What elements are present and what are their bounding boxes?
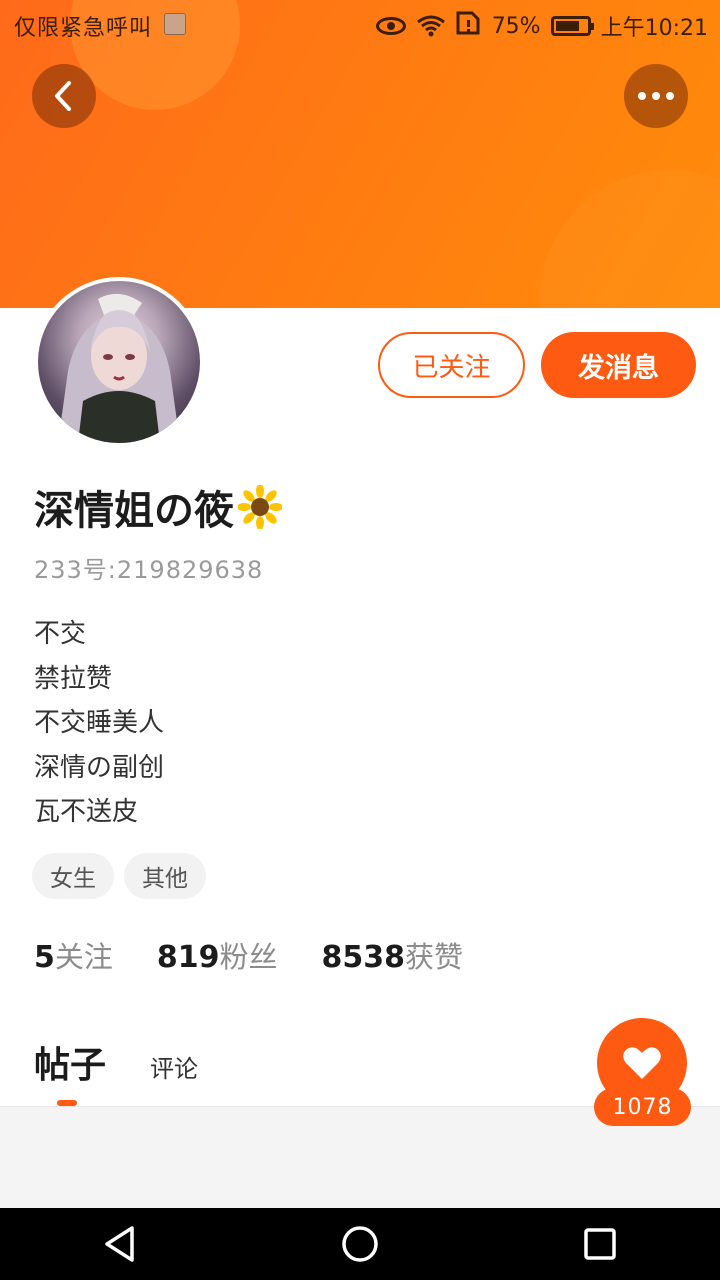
status-bar: 仅限紧急呼叫 75% 上午10:21 — [0, 0, 720, 48]
sunflower-icon — [237, 484, 283, 530]
like-count: 1078 — [594, 1088, 691, 1126]
stat-value: 819 — [156, 940, 220, 975]
profile-banner: 仅限紧急呼叫 75% 上午10:21 — [0, 0, 720, 308]
more-dots-icon — [638, 92, 674, 100]
triangle-back-icon — [105, 1226, 134, 1262]
circle-home-icon — [342, 1226, 378, 1262]
battery-percent: 75% — [491, 13, 541, 39]
avatar[interactable] — [34, 277, 204, 447]
bio-line: 不交睡美人 — [34, 708, 165, 738]
tab-comments[interactable]: 评论 — [150, 1049, 198, 1084]
stat-likes: 8538获赞 — [322, 934, 464, 976]
stat-value: 8538 — [321, 940, 406, 975]
follow-button[interactable]: 已关注 — [378, 332, 525, 398]
stat-label: 粉丝 — [219, 940, 278, 974]
bio-line: 不交 — [34, 619, 87, 649]
eye-icon — [375, 17, 406, 35]
image-icon — [164, 13, 186, 35]
stat-label: 关注 — [54, 940, 113, 974]
bio: 不交 禁拉赞 不交睡美人 深情の副创 瓦不送皮 — [34, 612, 164, 835]
profile-name-text: 深情姐の筱 — [34, 488, 234, 534]
profile-name: 深情姐の筱 — [34, 478, 283, 536]
stats-row: 5关注 819粉丝 8538获赞 — [34, 934, 463, 976]
chevron-left-icon — [55, 81, 71, 111]
bio-line: 禁拉赞 — [34, 663, 113, 694]
stat-value: 5 — [34, 940, 55, 975]
tab-posts[interactable]: 帖子 — [34, 1036, 106, 1088]
back-button[interactable] — [32, 64, 96, 128]
content-tabs: 帖子 评论 — [34, 1036, 198, 1088]
nav-back-button[interactable] — [84, 1208, 156, 1280]
battery-icon — [550, 16, 594, 36]
stat-following[interactable]: 5关注 — [34, 934, 113, 976]
sim-icon — [456, 11, 482, 41]
nav-home-button[interactable] — [324, 1208, 396, 1280]
stat-followers[interactable]: 819粉丝 — [157, 934, 278, 976]
heart-icon — [623, 1047, 661, 1079]
user-id: 233号:219829638 — [34, 556, 264, 584]
bio-line: 深情の副创 — [34, 752, 165, 783]
carrier-text: 仅限紧急呼叫 — [14, 16, 153, 41]
more-button[interactable] — [624, 64, 688, 128]
square-recents-icon — [584, 1228, 616, 1260]
bio-line: 瓦不送皮 — [34, 797, 139, 827]
banner-decoration — [540, 170, 720, 308]
wifi-icon — [416, 15, 446, 37]
nav-recents-button[interactable] — [564, 1208, 636, 1280]
system-nav-bar — [0, 1208, 720, 1280]
tag-other[interactable]: 其他 — [124, 853, 206, 899]
message-button[interactable]: 发消息 — [541, 332, 696, 398]
clock: 上午10:21 — [600, 16, 708, 41]
tag-list: 女生 其他 — [32, 853, 206, 899]
avatar-image — [38, 281, 200, 443]
stat-label: 获赞 — [405, 940, 464, 974]
tag-gender[interactable]: 女生 — [32, 853, 114, 899]
